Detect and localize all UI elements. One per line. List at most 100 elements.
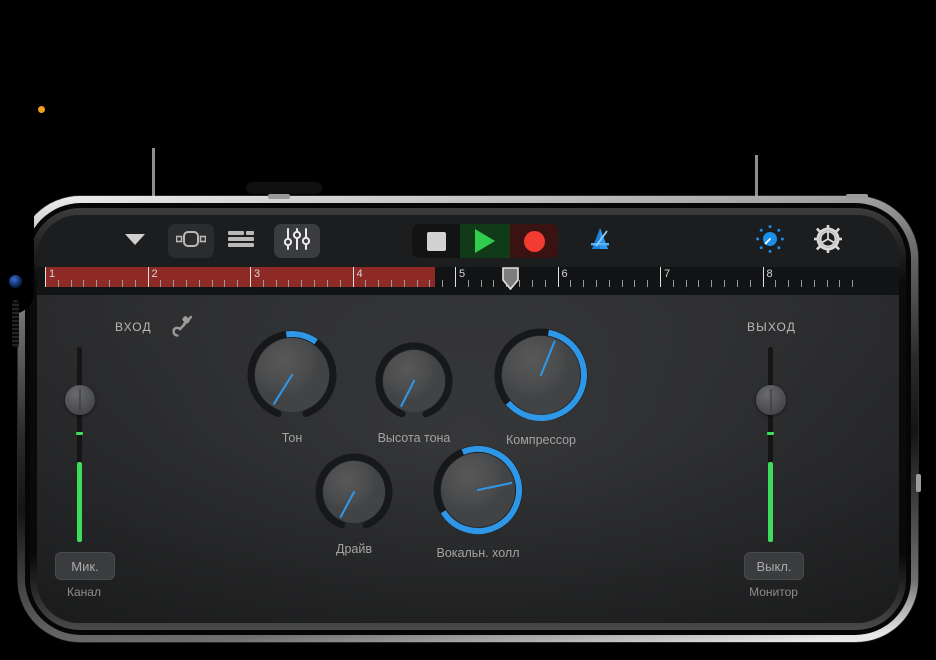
fx-controls-button[interactable] [747,224,793,258]
slider-knob-notch [770,389,772,411]
ruler-tick [185,280,187,287]
ruler-tick [813,280,815,287]
input-slider-knob[interactable] [65,385,95,415]
loop-cycle-icon [175,230,207,253]
ruler-tick [378,280,380,287]
ruler-tick [121,280,123,287]
stop-square-icon [426,231,446,251]
input-section-title: ВХОД [115,320,152,334]
ruler-tick [595,280,597,287]
bar-divider [762,267,764,287]
ruler-tick [583,280,585,287]
screenshot-stage: 12345678 + ВХОД [0,0,936,660]
ruler-tick [467,280,469,287]
ruler-tick [826,280,828,287]
bar-number: 6 [561,268,568,280]
ruler-tick [237,280,239,287]
ruler-tick [800,280,802,287]
ruler-tick [634,280,636,287]
ruler-tick [224,280,226,287]
play-button[interactable] [460,224,510,258]
mixer-faders-button[interactable] [274,224,320,258]
app-toolbar [37,215,899,267]
bar-number: 5 [459,268,466,280]
iphone-device-frame: 12345678 + ВХОД [18,196,918,642]
ruler-tick [749,280,751,287]
ruler-tick [301,280,303,287]
input-channel-button[interactable]: Мик. [55,552,115,580]
faders-mixer-icon [283,227,311,255]
ruler-tick [531,280,533,287]
cycle-region[interactable] [45,267,435,287]
mixer-panel: ВХОД Мик. Канал ВЫХОД Выкл. Монитор Тон … [37,295,899,623]
ruler-tick [852,280,854,287]
bar-divider [45,267,46,287]
ruler-tick [724,280,726,287]
ruler-tick [275,280,277,287]
output-monitor-button[interactable]: Выкл. [744,552,804,580]
knob-compressor[interactable] [489,323,593,427]
bar-divider [147,267,149,287]
bar-number: 2 [151,268,158,280]
ruler-tick [493,280,495,287]
bar-number: 3 [254,268,261,280]
ruler-tick [544,280,546,287]
ruler-tick [480,280,482,287]
bar-divider [557,267,559,287]
metronome-icon [587,226,613,257]
input-peak-indicator [76,432,83,435]
stop-button[interactable] [412,224,460,258]
knob-vocal_hall[interactable] [428,440,528,540]
device-side-button-top-left [268,194,290,199]
knob-drive[interactable] [310,448,398,536]
ruler-tick [83,280,85,287]
bar-divider [660,267,661,287]
output-monitor-caption: Монитор [749,585,798,599]
ruler-tick [685,280,687,287]
output-level-meter [768,462,773,542]
ruler-tick [96,280,98,287]
ruler-tick [314,280,316,287]
timeline-ruler[interactable]: 1 2 3 4 5 6 7 8 [37,267,899,295]
fx-knob-icon [755,224,785,259]
record-button[interactable] [510,224,558,258]
input-level-meter [77,462,82,542]
bar-number: 7 [664,268,671,280]
output-slider-knob[interactable] [756,385,786,415]
ruler-tick [403,280,405,287]
bar-divider [250,267,251,287]
knob-tone[interactable] [242,325,342,425]
knob-pitch[interactable] [370,337,458,425]
ruler-tick [134,280,136,287]
phone-speaker-slot [246,182,322,194]
ruler-tick [365,280,367,287]
ruler-tick [109,280,111,287]
bar-number: 4 [356,268,363,280]
settings-button[interactable] [805,224,851,258]
navigation-menu-button[interactable] [112,224,158,258]
play-triangle-icon [475,229,495,253]
chevron-down-icon [124,232,146,251]
ruler-tick [442,280,444,287]
recording-status-dot [38,106,45,113]
ruler-tick [429,280,431,287]
ruler-tick [262,280,264,287]
bar-number: 8 [766,268,773,280]
ruler-tick [339,280,341,287]
metronome-button[interactable] [577,224,623,258]
output-peak-indicator [767,432,774,435]
bar-number: 1 [49,268,56,280]
bar-divider [455,267,456,287]
earpiece-speaker [12,300,19,348]
playhead-marker[interactable] [502,267,519,291]
gear-icon [814,224,842,258]
ruler-tick [775,280,777,287]
ruler-tick [173,280,175,287]
ruler-tick [519,280,521,287]
ruler-tick [57,280,59,287]
track-list-icon [228,230,254,253]
cycle-loop-button[interactable] [168,224,214,258]
track-list-button[interactable] [218,224,264,258]
ruler-tick [711,280,713,287]
ruler-tick [788,280,790,287]
